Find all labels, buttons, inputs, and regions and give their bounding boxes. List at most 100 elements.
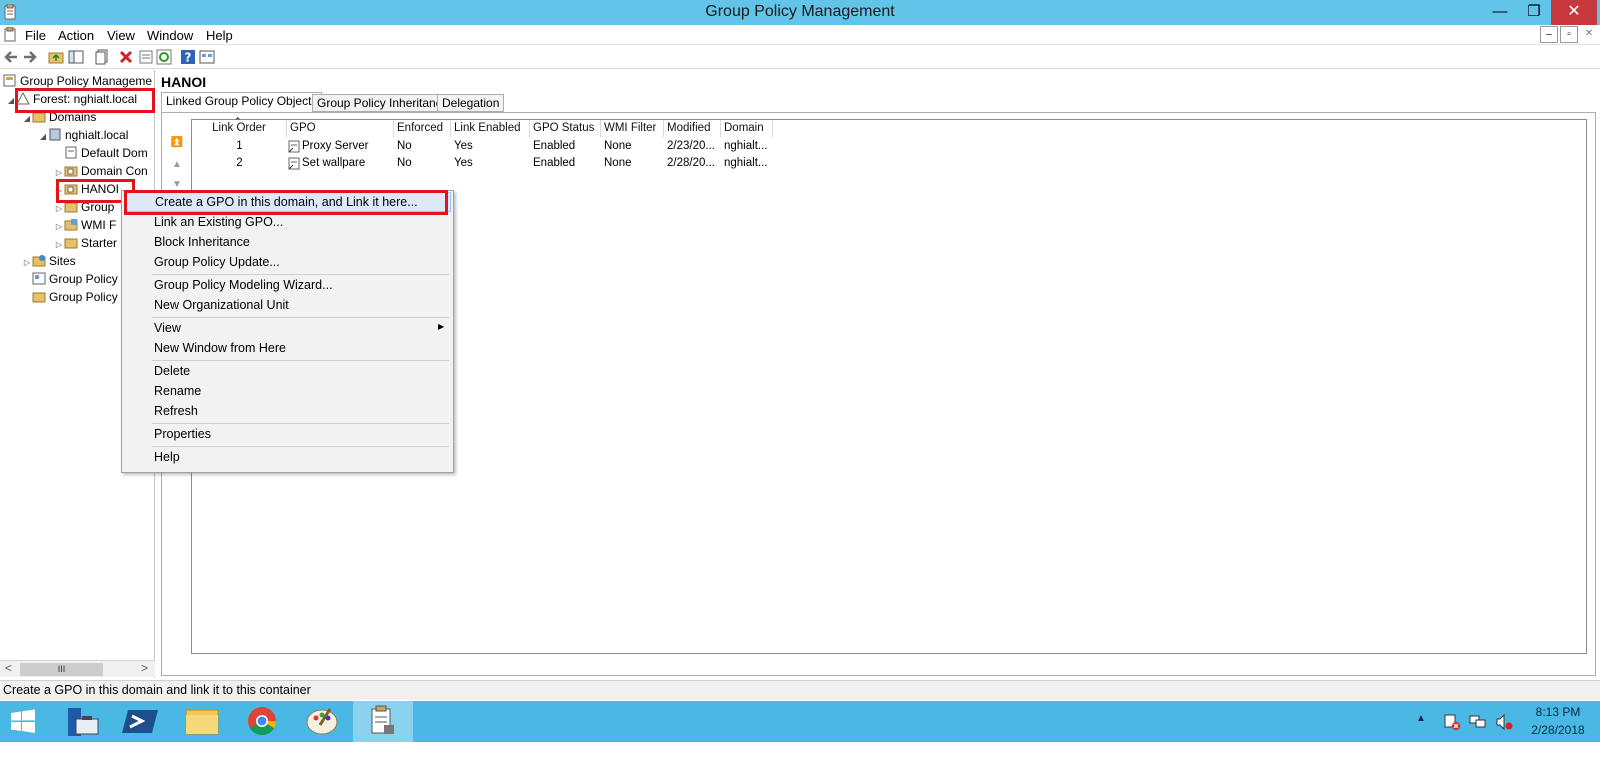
tab-linked-gpos[interactable]: Linked Group Policy Objects <box>161 92 323 113</box>
forest-highlight-box <box>15 88 155 113</box>
menu-item-properties[interactable]: Properties <box>124 424 451 444</box>
cell-enforced: No <box>397 157 412 169</box>
menu-item-gp-update[interactable]: Group Policy Update... <box>124 252 451 272</box>
scroll-thumb[interactable]: III <box>20 663 103 676</box>
cell-gpo-status: Enabled <box>533 140 576 152</box>
network-icon[interactable] <box>1469 713 1487 731</box>
gpo-link-icon <box>65 146 77 159</box>
menu-item-help[interactable]: Help <box>124 447 451 467</box>
tree-root-label: Group Policy Manageme <box>20 74 153 88</box>
group-policy-icon <box>371 705 394 734</box>
tree-horizontal-scrollbar[interactable]: < III > <box>0 660 155 677</box>
gpm-icon <box>3 74 16 87</box>
collapse-arrow-icon[interactable]: ◢ <box>38 128 48 146</box>
page-title: HANOI <box>161 74 207 90</box>
tab-delegation[interactable]: Delegation <box>437 94 505 112</box>
table-row[interactable]: 2 Set wallpare No Yes Enabled None 2/28/… <box>192 155 792 172</box>
chrome-icon[interactable] <box>232 701 292 742</box>
menu-item-link-existing-gpo[interactable]: Link an Existing GPO... <box>124 212 451 232</box>
tree-item-domain-controllers[interactable]: ▷ Domain Con <box>54 162 148 180</box>
restore-button[interactable]: ❐ <box>1517 0 1551 25</box>
tree-item-results[interactable]: Group Policy <box>32 288 118 306</box>
cell-modified: 2/28/20... <box>667 157 715 169</box>
mdi-close-button[interactable]: ✕ <box>1580 26 1598 43</box>
cell-modified: 2/23/20... <box>667 140 715 152</box>
menu-item-view[interactable]: View <box>124 318 451 338</box>
create-gpo-highlight-box <box>124 190 448 215</box>
clock-date[interactable]: 2/28/2018 <box>1523 723 1593 764</box>
show-hide-tree-icon[interactable] <box>68 49 84 65</box>
tree-item-default-policy-label: Default Dom <box>81 146 148 160</box>
sort-indicator-icon: ⌃ <box>234 116 242 126</box>
tree-item-wmi-filters-label: WMI F <box>81 218 117 232</box>
paint-icon[interactable] <box>292 701 352 742</box>
tree-item-starter-gpos-label: Starter <box>81 236 118 250</box>
group-policy-taskbar-button[interactable] <box>353 701 413 742</box>
help-icon[interactable]: ? <box>180 49 196 65</box>
column-header-domain[interactable]: Domain <box>721 120 773 137</box>
menu-window[interactable]: Window <box>147 28 193 43</box>
tree-item-domain[interactable]: ◢ nghialt.local <box>38 126 128 144</box>
tree-item-modeling-label: Group Policy <box>49 272 118 286</box>
minimize-button[interactable]: — <box>1483 0 1517 25</box>
show-hidden-icons-icon[interactable]: ▲ <box>1416 713 1426 754</box>
powershell-icon[interactable] <box>112 701 172 742</box>
move-up-icon[interactable]: ▲ <box>170 159 184 170</box>
expand-arrow-icon[interactable]: ▷ <box>22 254 32 272</box>
server-manager-icon[interactable] <box>52 701 112 742</box>
menu-action[interactable]: Action <box>58 28 94 43</box>
mdi-minimize-button[interactable]: – <box>1540 26 1558 43</box>
cell-link-order: 1 <box>236 140 243 152</box>
copy-icon[interactable] <box>94 49 110 65</box>
file-explorer-icon[interactable] <box>172 701 232 742</box>
window-title: Group Policy Management <box>705 3 895 20</box>
menu-item-refresh[interactable]: Refresh <box>124 401 451 421</box>
menu-item-rename[interactable]: Rename <box>124 381 451 401</box>
move-to-top-icon[interactable]: ⏫ <box>170 137 184 148</box>
column-header-link-enabled[interactable]: Link Enabled <box>451 120 530 137</box>
start-icon[interactable] <box>0 701 46 742</box>
tree-item-modeling[interactable]: Group Policy <box>32 270 118 288</box>
menu-help[interactable]: Help <box>206 28 233 43</box>
delete-icon[interactable] <box>118 49 134 65</box>
refresh-icon[interactable] <box>156 49 172 65</box>
console-icon[interactable] <box>199 49 215 65</box>
forward-arrow-icon[interactable] <box>22 49 38 65</box>
tree-item-sites[interactable]: ▷ Sites <box>22 252 76 270</box>
menu-item-modeling-wizard[interactable]: Group Policy Modeling Wizard... <box>124 275 451 295</box>
tab-gp-inheritance[interactable]: Group Policy Inheritance <box>312 94 454 112</box>
cell-enforced: No <box>397 140 412 152</box>
menu-file[interactable]: File <box>25 28 46 43</box>
column-header-wmi-filter[interactable]: WMI Filter <box>601 120 664 137</box>
menu-item-block-inheritance[interactable]: Block Inheritance <box>124 232 451 252</box>
close-button[interactable]: ✕ <box>1551 0 1597 25</box>
action-center-icon[interactable] <box>1443 713 1461 731</box>
wmi-folder-icon <box>64 219 78 231</box>
scroll-left-icon[interactable]: < <box>5 661 12 675</box>
scroll-right-icon[interactable]: > <box>141 661 148 675</box>
column-header-gpo[interactable]: GPO <box>287 120 394 137</box>
tree-item-wmi-filters[interactable]: ▷ WMI F <box>54 216 116 234</box>
menu-item-delete[interactable]: Delete <box>124 361 451 381</box>
menu-view[interactable]: View <box>107 28 135 43</box>
tree-item-default-policy[interactable]: Default Dom <box>54 144 148 162</box>
domain-icon <box>49 128 61 141</box>
move-down-icon[interactable]: ▼ <box>170 179 184 190</box>
tree-item-starter-gpos[interactable]: ▷ Starter <box>54 234 117 252</box>
cell-domain: nghialt... <box>724 140 768 152</box>
cell-wmi-filter: None <box>604 157 632 169</box>
title-bar: Group Policy Management — ❐ ✕ <box>0 0 1600 25</box>
properties-icon[interactable] <box>138 49 154 65</box>
mdi-restore-button[interactable]: ▫ <box>1560 26 1578 43</box>
tree-item-domain-label: nghialt.local <box>65 128 129 142</box>
up-folder-icon[interactable] <box>48 49 64 65</box>
menu-item-new-window[interactable]: New Window from Here <box>124 338 451 358</box>
back-arrow-icon[interactable] <box>3 49 19 65</box>
column-header-modified[interactable]: Modified <box>664 120 721 137</box>
column-header-enforced[interactable]: Enforced <box>394 120 451 137</box>
volume-muted-icon[interactable] <box>1495 713 1513 731</box>
table-row[interactable]: 1 Proxy Server No Yes Enabled None 2/23/… <box>192 138 792 155</box>
menu-item-new-ou[interactable]: New Organizational Unit <box>124 295 451 315</box>
cell-gpo: Set wallpare <box>302 157 366 169</box>
column-header-gpo-status[interactable]: GPO Status <box>530 120 601 137</box>
